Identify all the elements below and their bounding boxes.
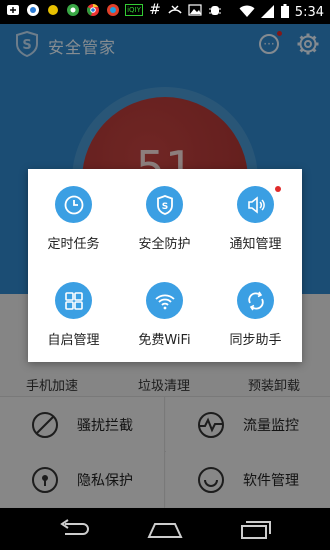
menu-item-security[interactable]: S 安全防护 (119, 169, 210, 259)
menu-item-free-wifi[interactable]: 免费WiFi (119, 265, 210, 355)
clock-time: 5:34 (294, 5, 324, 20)
menu-icon-bg (146, 282, 183, 319)
menu-item-label: 通知管理 (229, 237, 282, 252)
menu-item-label: 免费WiFi (138, 333, 191, 348)
battery-icon (280, 4, 289, 21)
menu-item-label: 安全防护 (138, 237, 191, 252)
menu-item-notifications[interactable]: 通知管理 (210, 169, 301, 259)
chrome-icon (86, 3, 100, 17)
contacts-icon (106, 3, 120, 17)
menu-item-label: 自启管理 (47, 333, 100, 348)
menu-icon-bg (55, 282, 92, 319)
menu-item-label: 定时任务 (47, 237, 100, 252)
screen: iQIY # 5:34 S 安全管家 ··· 51 手机加速 垃圾清理 预装卸载… (0, 0, 330, 550)
clock-icon (64, 195, 83, 214)
missed-call-icon (168, 3, 182, 17)
recents-icon[interactable] (238, 518, 274, 540)
navigation-bar (0, 508, 330, 550)
usb-icon (6, 3, 20, 17)
popup-menu: 定时任务 S 安全防护 通知管理 自启管理 免费WiFi 同步助手 (28, 169, 302, 362)
debug-icon (208, 3, 222, 17)
back-icon[interactable] (55, 518, 91, 540)
menu-icon-bg: S (146, 186, 183, 223)
menu-item-scheduled-tasks[interactable]: 定时任务 (28, 169, 119, 259)
menu-icon-bg (55, 186, 92, 223)
browser-icon (26, 3, 40, 17)
menu-item-sync-assistant[interactable]: 同步助手 (210, 265, 301, 355)
menu-icon-bg (237, 282, 274, 319)
hash-icon: # (149, 2, 161, 18)
system-icons: 5:34 (239, 4, 324, 21)
iqiyi-icon: iQIY (125, 3, 143, 17)
speaker-icon (247, 195, 265, 214)
app-icon (66, 3, 80, 17)
notification-icons: iQIY # (6, 2, 222, 18)
iqiyi-label: iQIY (125, 4, 143, 16)
shield-letter: S (161, 202, 167, 212)
shield-icon: S (156, 194, 173, 215)
home-icon[interactable] (147, 518, 183, 540)
wifi-icon (154, 294, 175, 309)
wifi-signal-icon (239, 5, 255, 21)
grid-icon (64, 291, 83, 310)
menu-item-autostart[interactable]: 自启管理 (28, 265, 119, 355)
menu-item-label: 同步助手 (229, 333, 282, 348)
menu-icon-bg (237, 186, 274, 223)
cell-signal-icon (260, 4, 275, 21)
status-bar: iQIY # 5:34 (0, 0, 330, 24)
notification-badge (275, 186, 281, 192)
image-icon (188, 3, 202, 17)
sync-icon (247, 291, 264, 310)
circle-icon (46, 3, 60, 17)
